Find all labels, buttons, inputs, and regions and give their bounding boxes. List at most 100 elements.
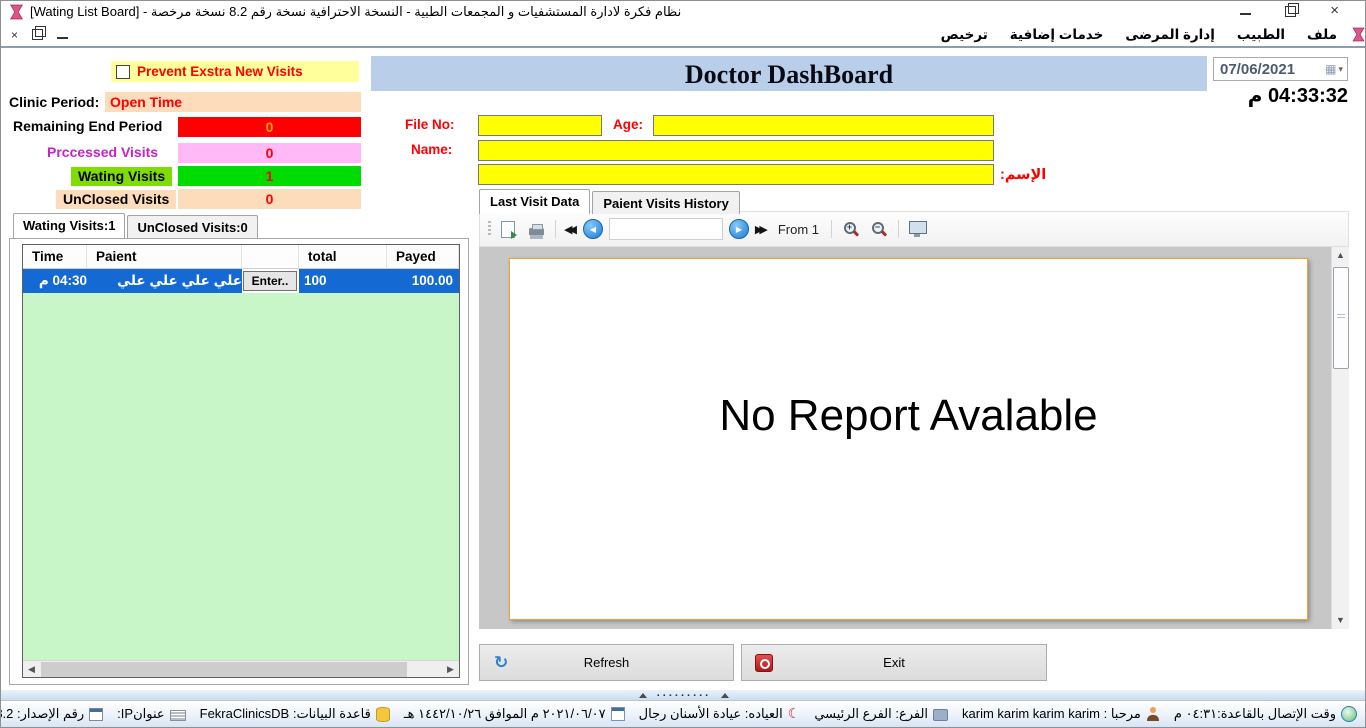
report-page: No Report Avalable: [509, 258, 1308, 620]
clock-icon: [1341, 706, 1357, 722]
waiting-visits-label: Wating Visits: [71, 167, 172, 186]
power-icon: [755, 654, 773, 672]
file-no-input[interactable]: [478, 115, 602, 136]
menu-file[interactable]: ملف: [1296, 25, 1348, 45]
collapse-arrow-icon: [721, 693, 729, 698]
status-database: قاعدة البيانات: FekraClinicsDB: [200, 706, 390, 722]
menu-license[interactable]: ترخيص: [930, 25, 999, 45]
report-tabstrip: Last Visit Data Paient Visits History: [479, 189, 742, 214]
prevent-extra-visits-label: Prevent Exstra New Visits: [137, 64, 303, 79]
remaining-end-period-label: Remaining End Period: [13, 118, 162, 134]
mdi-window-controls: ×: [1, 24, 78, 46]
status-ip-address: عنوانIP:: [117, 706, 185, 722]
splitter-dots: .........: [657, 690, 712, 696]
age-input[interactable]: [653, 115, 994, 136]
refresh-button[interactable]: ↻ Refresh: [479, 644, 734, 681]
window-title: [Wating List Board] - نظام فكرة لادارة ا…: [30, 4, 681, 20]
panel-splitter: .........: [1, 689, 1365, 700]
report-viewer: No Report Avalable ▲ ▼: [479, 247, 1349, 629]
remaining-end-period-value: 0: [178, 117, 361, 137]
restore-button[interactable]: [1285, 1, 1296, 23]
branch-icon: [933, 709, 948, 721]
export-report-button[interactable]: [497, 218, 519, 240]
collapse-arrow-icon: [639, 693, 647, 698]
cell-payed[interactable]: 100.00: [387, 269, 459, 293]
scroll-thumb[interactable]: [1333, 267, 1349, 369]
refresh-button-label: Refresh: [584, 655, 630, 670]
status-welcome-user: مرحبا : karim karim karim karim: [962, 706, 1160, 722]
clinic-period-label: Clinic Period:: [9, 94, 99, 110]
page-number-input[interactable]: [609, 218, 723, 240]
window-controls: ×: [1240, 1, 1357, 23]
cell-total[interactable]: 100: [299, 269, 387, 293]
mdi-restore-button[interactable]: [32, 24, 43, 46]
menu-doctor[interactable]: الطبيب: [1226, 25, 1296, 45]
next-page-button[interactable]: ▶: [729, 219, 749, 239]
toolbar-separator: [555, 220, 556, 238]
zoom-out-icon: −: [872, 222, 887, 237]
visits-tab-page: Time Paient total Payed 04:30 م علي علي …: [9, 238, 469, 685]
scroll-left-arrow[interactable]: ◀: [23, 661, 40, 677]
tab-unclosed-visits[interactable]: UnClosed Visits:0: [127, 215, 257, 238]
table-horizontal-scrollbar[interactable]: ◀ ▶: [23, 660, 459, 677]
status-clinic: ☾ العياده: عيادة الأسنان رجال: [639, 706, 801, 722]
menu-items: ملف الطبيب إدارة المرضى خدمات إضافية ترخ…: [916, 25, 1365, 45]
fullscreen-button[interactable]: [907, 218, 929, 240]
enter-visit-button[interactable]: Enter..: [243, 271, 297, 291]
cell-patient-name[interactable]: علي علي علي علي: [87, 269, 242, 293]
first-page-button[interactable]: ◀◀: [564, 223, 577, 236]
main-area: Prevent Exstra New Visits Clinic Period:…: [1, 48, 1365, 689]
previous-page-button[interactable]: ◀: [583, 219, 603, 239]
print-report-button[interactable]: [525, 218, 547, 240]
cell-visit-time[interactable]: 04:30 م: [23, 269, 87, 293]
zoom-in-button[interactable]: +: [840, 218, 862, 240]
minimize-button[interactable]: [1240, 1, 1251, 23]
status-date: ٢٠٢١/٠٦/٠٧ م الموافق ١٤٤٢/١٠/٢٦ هـ: [404, 706, 625, 722]
waiting-visits-value: 1: [178, 166, 361, 186]
date-value: 07/06/2021: [1214, 61, 1325, 78]
name-input[interactable]: [478, 140, 994, 161]
tab-patient-visits-history[interactable]: Paient Visits History: [592, 191, 739, 214]
monitor-icon: [909, 221, 927, 234]
page-count-label: From 1: [774, 222, 823, 237]
prevent-extra-visits-checkbox[interactable]: [116, 65, 130, 79]
scroll-thumb[interactable]: [41, 662, 407, 677]
zoom-in-icon: +: [844, 222, 859, 237]
status-version: رقم الإصدار: 8.2: [0, 706, 103, 722]
unclosed-visits-value: 0: [178, 189, 361, 209]
exit-button[interactable]: Exit: [741, 644, 1047, 681]
col-header-patient: Paient: [87, 245, 242, 269]
clinic-period-value: Open Time: [105, 92, 361, 112]
splitter-handle[interactable]: .........: [594, 690, 774, 700]
name-label: Name:: [411, 142, 452, 157]
app-hourglass-icon: [9, 4, 24, 20]
close-button[interactable]: ×: [1330, 1, 1339, 23]
arabic-name-input[interactable]: [478, 164, 994, 185]
database-icon: [376, 707, 390, 722]
menu-extra-services[interactable]: خدمات إضافية: [999, 25, 1115, 45]
tab-waiting-visits[interactable]: Wating Visits:1: [13, 213, 125, 238]
report-vertical-scrollbar[interactable]: ▲ ▼: [1331, 247, 1349, 629]
scroll-up-arrow[interactable]: ▲: [1332, 247, 1349, 264]
tab-last-visit-data[interactable]: Last Visit Data: [479, 189, 590, 214]
mdi-close-button[interactable]: ×: [11, 25, 18, 45]
prevent-extra-visits-row: Prevent Exstra New Visits: [111, 61, 359, 82]
date-picker[interactable]: 07/06/2021 ▦ ▾: [1213, 57, 1348, 81]
mdi-minimize-button[interactable]: [57, 25, 68, 45]
file-no-label: File No:: [405, 117, 455, 132]
network-icon: [170, 710, 186, 721]
title-bar: [Wating List Board] - نظام فكرة لادارة ا…: [1, 1, 1365, 23]
menu-hourglass-icon: [1352, 27, 1365, 42]
scroll-down-arrow[interactable]: ▼: [1332, 612, 1349, 629]
toolbar-separator: [898, 220, 899, 238]
calendar-icon: [611, 707, 625, 721]
menu-patient-management[interactable]: إدارة المرضى: [1114, 25, 1226, 45]
status-bar: وقت الإتصال بالقاعدة:٠٤:٣١ م مرحبا : kar…: [1, 700, 1365, 728]
zoom-out-button[interactable]: −: [868, 218, 890, 240]
col-header-payed: Payed: [387, 245, 459, 269]
version-icon: [89, 708, 103, 721]
last-page-button[interactable]: ▶▶: [755, 223, 768, 236]
scroll-right-arrow[interactable]: ▶: [442, 661, 459, 677]
visits-tabstrip: Wating Visits:1 UnClosed Visits:0: [13, 213, 260, 238]
waiting-visits-table: Time Paient total Payed 04:30 م علي علي …: [22, 244, 460, 678]
